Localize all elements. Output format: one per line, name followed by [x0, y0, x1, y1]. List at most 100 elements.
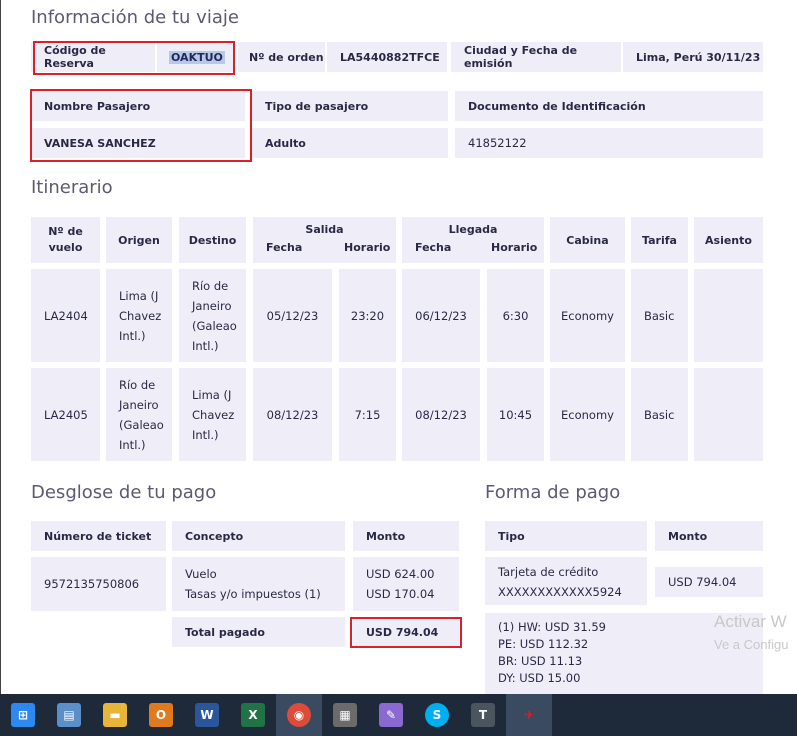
passenger-type-value: Adulto	[252, 128, 448, 158]
chrome-icon[interactable]: ◉	[287, 703, 311, 727]
row2-arr-date: 08/12/23	[402, 368, 480, 461]
calculator-icon[interactable]: ▦	[333, 703, 357, 727]
row1-arr-date: 06/12/23	[402, 269, 480, 362]
tb-slot-5[interactable]: X	[230, 694, 276, 736]
id-document-value: 41852122	[455, 128, 763, 158]
reservation-code-value[interactable]: OAKTUO	[169, 50, 225, 64]
departure-label: Salida	[305, 223, 344, 236]
passenger-type-label: Tipo de pasajero	[252, 91, 448, 121]
row2-destination-line3: Intl.)	[192, 428, 219, 442]
tb-slot-2[interactable]: ▬	[92, 694, 138, 736]
word-icon[interactable]: W	[195, 703, 219, 727]
row2-origin-line3: (Galeao	[119, 418, 164, 432]
row1-flight: LA2404	[31, 269, 100, 362]
file-explorer-icon[interactable]: ▬	[103, 703, 127, 727]
order-number-value: LA5440882TFCE	[327, 42, 447, 72]
total-label: Total pagado	[172, 617, 345, 647]
tb-slot-0[interactable]: ⊞	[0, 694, 46, 736]
row1-origin: Lima (J Chavez Intl.)	[106, 269, 172, 362]
row1-destination-line2: Janeiro	[192, 299, 232, 313]
tb-slot-10[interactable]: T	[460, 694, 506, 736]
row2-destination-line2: Chavez	[192, 408, 235, 422]
col-flight-header-line2: vuelo	[48, 241, 83, 254]
start-icon[interactable]: ⊞	[11, 703, 35, 727]
row1-origin-line3: Intl.)	[119, 329, 146, 343]
row2-origin-line2: Janeiro	[119, 398, 159, 412]
outlook-icon[interactable]: O	[149, 703, 173, 727]
col-flight-header: Nº de vuelo	[31, 217, 100, 263]
payment-type-label: Tipo	[485, 521, 647, 551]
tb-slot-1[interactable]: ▤	[46, 694, 92, 736]
row1-destination-line3: (Galeao	[192, 319, 237, 333]
row1-origin-line1: Lima (J	[119, 289, 159, 303]
tax-dy: DY: USD 15.00	[498, 671, 581, 685]
window-left-border	[0, 0, 1, 694]
reservation-code-cell: OAKTUO	[157, 42, 235, 72]
payment-card-number: XXXXXXXXXXXX5924	[498, 585, 622, 599]
tb-slot-8[interactable]: ✎	[368, 694, 414, 736]
issue-label: Ciudad y Fecha de emisión	[451, 42, 621, 72]
tb-slot-9[interactable]: S	[414, 694, 460, 736]
tax-br: BR: USD 11.13	[498, 654, 583, 668]
concept-flight: Vuelo	[185, 567, 217, 581]
row1-destination: Río de Janeiro (Galeao Intl.)	[179, 269, 246, 362]
row2-origin-line4: Intl.)	[119, 438, 146, 452]
payment-method-title: Forma de pago	[485, 482, 621, 503]
payment-breakdown-title: Desglose de tu pago	[31, 482, 217, 503]
row2-flight: LA2405	[31, 368, 100, 461]
payment-amount-value: USD 794.04	[655, 567, 763, 597]
row2-fare: Basic	[631, 368, 688, 461]
tb-slot-7[interactable]: ▦	[322, 694, 368, 736]
amount-label: Monto	[353, 521, 459, 551]
col-departure-header: Salida Fecha Horario	[253, 217, 396, 263]
amount-taxes: USD 170.04	[366, 587, 435, 601]
amount-flight: USD 624.00	[366, 567, 435, 581]
paint-icon[interactable]: ✎	[379, 703, 403, 727]
row2-seat	[694, 368, 763, 461]
tb-slot-6[interactable]: ◉	[276, 694, 322, 736]
row1-cabin: Economy	[550, 269, 625, 362]
skype-icon[interactable]: S	[425, 703, 449, 727]
taskbar: ⊞ ▤ ▬ O W X ◉ ▦ ✎ S T ✈	[0, 694, 797, 736]
total-value: USD 794.04	[353, 617, 459, 647]
typora-icon[interactable]: T	[471, 703, 495, 727]
row1-dep-date: 05/12/23	[253, 269, 332, 362]
id-document-label: Documento de Identificación	[455, 91, 763, 121]
payment-amount-label: Monto	[655, 521, 763, 551]
col-origin-header: Origen	[106, 217, 172, 263]
tb-slot-11[interactable]: ✈	[506, 694, 552, 736]
issue-value: Lima, Perú 30/11/23	[623, 42, 763, 72]
tb-slot-3[interactable]: O	[138, 694, 184, 736]
col-fare-header: Tarifa	[631, 217, 688, 263]
col-arrival-header: Llegada Fecha Horario	[402, 217, 544, 263]
activation-watermark-subtitle: Ve a Configu	[714, 637, 789, 652]
col-destination-header: Destino	[179, 217, 246, 263]
concept-values: Vuelo Tasas y/o impuestos (1)	[172, 557, 345, 611]
col-seat-header: Asiento	[694, 217, 763, 263]
row2-arr-time: 10:45	[487, 368, 544, 461]
row1-destination-line1: Río de	[192, 279, 229, 293]
arrival-label: Llegada	[448, 223, 498, 236]
excel-icon[interactable]: X	[241, 703, 265, 727]
row2-cabin: Economy	[550, 368, 625, 461]
passenger-name-value: VANESA SANCHEZ	[31, 128, 245, 158]
itinerary-title: Itinerario	[31, 177, 113, 198]
latam-icon[interactable]: ✈	[517, 703, 541, 727]
departure-time-label: Horario	[344, 241, 391, 254]
row1-fare: Basic	[631, 269, 688, 362]
row2-destination-line1: Lima (J	[192, 388, 232, 402]
passenger-name-label: Nombre Pasajero	[31, 91, 245, 121]
tb-slot-4[interactable]: W	[184, 694, 230, 736]
row2-dep-time: 7:15	[339, 368, 396, 461]
row1-arr-time: 6:30	[487, 269, 544, 362]
col-cabin-header: Cabina	[550, 217, 625, 263]
row2-destination: Lima (J Chavez Intl.)	[179, 368, 246, 461]
payment-type-name: Tarjeta de crédito	[498, 565, 599, 579]
payment-type-value: Tarjeta de crédito XXXXXXXXXXXX5924	[485, 557, 647, 605]
arrival-date-label: Fecha	[415, 241, 452, 254]
arrival-time-label: Horario	[491, 241, 538, 254]
notepad-icon[interactable]: ▤	[57, 703, 81, 727]
row2-origin-line1: Río de	[119, 378, 156, 392]
concept-taxes: Tasas y/o impuestos (1)	[185, 587, 321, 601]
order-number-label: Nº de orden	[238, 42, 325, 72]
